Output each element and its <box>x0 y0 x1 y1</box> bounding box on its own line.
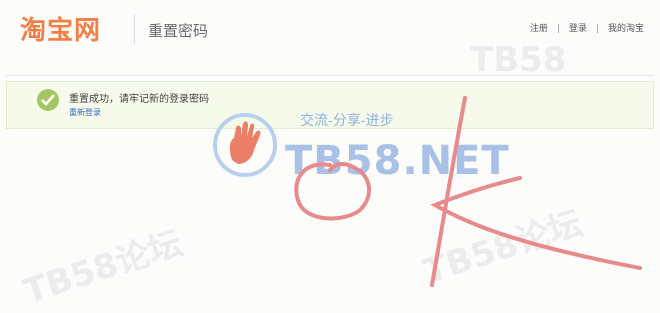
link-separator: | <box>595 24 599 34</box>
background-watermark: TB58论坛 <box>18 223 188 313</box>
register-link[interactable]: 注册 <box>530 24 548 34</box>
background-watermark: TB58论坛 <box>418 203 588 293</box>
page-title: 重置密码 <box>148 22 209 40</box>
header-divider <box>134 14 135 44</box>
check-icon <box>37 89 59 111</box>
relogin-link[interactable]: 重新登录 <box>69 107 101 118</box>
link-separator: | <box>556 24 560 34</box>
watermark-site: TB58.NET <box>285 138 510 184</box>
success-message: 重置成功，请牢记新的登录密码 <box>69 94 209 105</box>
my-taobao-link[interactable]: 我的淘宝 <box>608 24 644 34</box>
header: 淘宝网 重置密码 注册 | 登录 | 我的淘宝 <box>0 0 660 62</box>
header-rule <box>6 75 654 76</box>
taobao-logo[interactable]: 淘宝网 <box>20 10 101 47</box>
top-links: 注册 | 登录 | 我的淘宝 <box>530 21 644 34</box>
success-message-box: 重置成功，请牢记新的登录密码 重新登录 <box>6 81 654 129</box>
login-link[interactable]: 登录 <box>569 24 587 34</box>
